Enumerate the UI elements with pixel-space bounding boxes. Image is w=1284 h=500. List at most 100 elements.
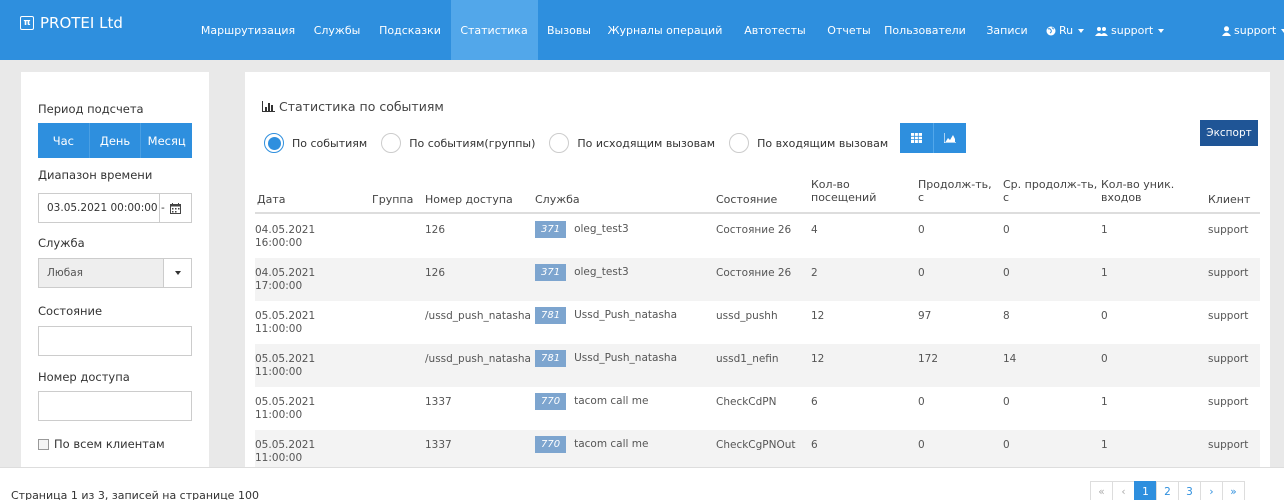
cell-service[interactable]: 770 tacom call me (535, 436, 648, 453)
table-row[interactable]: 04.05.2021 16:00:00 126 371 oleg_test3 Сос… (255, 215, 1260, 258)
language-dropdown[interactable]: Ru (1046, 24, 1085, 37)
col-header-duration[interactable]: Продолж-ть, с (918, 178, 992, 204)
calendar-button[interactable] (159, 194, 191, 222)
chart-view-button[interactable] (933, 123, 966, 153)
calendar-icon (170, 202, 181, 214)
pager-page-3[interactable]: 3 (1178, 481, 1201, 500)
pager-last-button[interactable]: » (1222, 481, 1245, 500)
export-button[interactable]: Экспорт (1200, 120, 1258, 146)
group-dropdown[interactable]: support (1095, 24, 1165, 37)
cell-service[interactable]: 781 Ussd_Push_natasha (535, 307, 677, 324)
brand[interactable]: π PROTEI Ltd (20, 14, 123, 32)
cell-service[interactable]: 371 oleg_test3 (535, 264, 629, 281)
pager-page-1[interactable]: 1 (1134, 481, 1157, 500)
statistics-panel: Статистика по событиям По событиям По со… (245, 72, 1270, 467)
cell-date: 05.05.2021 (255, 310, 316, 322)
radio-label-by-event-groups: По событиям(группы) (409, 136, 536, 150)
chevron-down-icon (1158, 28, 1165, 33)
radio-by-event-groups[interactable] (381, 133, 402, 153)
col-header-access-number[interactable]: Номер доступа (425, 193, 513, 206)
cell-service[interactable]: 770 tacom call me (535, 393, 648, 410)
nav-item-autotests[interactable]: Автотесты (744, 24, 805, 37)
cell-duration: 97 (918, 310, 932, 322)
cell-date: 05.05.2021 (255, 396, 316, 408)
cell-duration: 0 (918, 224, 925, 236)
cell-duration: 0 (918, 439, 925, 451)
col-header-unique-entries[interactable]: Кол-во уник. входов (1101, 178, 1174, 204)
cell-unique-entries: 1 (1101, 267, 1108, 279)
radio-by-incoming-calls[interactable] (729, 133, 750, 153)
col-header-duration-line2: с (918, 191, 925, 204)
col-header-visits[interactable]: Кол-во посещений (811, 178, 876, 204)
access-number-input[interactable] (38, 391, 192, 421)
service-id-badge: 371 (535, 221, 567, 238)
date-range-input[interactable]: 03.05.2021 00:00:00 - (38, 193, 192, 223)
cell-unique-entries: 1 (1101, 224, 1108, 236)
radio-by-outgoing-calls[interactable] (549, 133, 570, 153)
table-row[interactable]: 05.05.2021 11:00:00 1337 770 tacom call me… (255, 387, 1260, 430)
all-clients-option[interactable]: По всем клиентам (38, 437, 165, 451)
cell-access-number: /ussd_push_natasha (425, 310, 531, 322)
table-row[interactable]: 05.05.2021 11:00:00 1337 770 tacom call me… (255, 430, 1260, 467)
service-name: Ussd_Push_natasha (574, 309, 678, 321)
cell-service[interactable]: 781 Ussd_Push_natasha (535, 350, 677, 367)
nav-item-operation-logs[interactable]: Журналы операций (608, 24, 723, 37)
period-hour-button[interactable]: Час (38, 123, 90, 158)
state-input[interactable] (38, 326, 192, 356)
cell-time: 11:00:00 (255, 366, 303, 378)
pager-prev-button[interactable]: ‹ (1112, 481, 1135, 500)
table-view-button[interactable] (900, 123, 934, 153)
nav-item-calls[interactable]: Вызовы (547, 24, 591, 37)
col-header-date[interactable]: Дата (257, 193, 285, 206)
col-header-unique-line1: Кол-во уник. (1101, 178, 1175, 191)
nav-item-statistics[interactable]: Статистика (460, 24, 527, 37)
nav-item-routing[interactable]: Маршрутизация (201, 24, 295, 37)
view-toggle-group (900, 123, 966, 153)
radio-by-events[interactable] (264, 133, 284, 153)
cell-visits: 6 (811, 396, 818, 408)
cell-avg-duration: 0 (1003, 267, 1010, 279)
cell-duration: 0 (918, 267, 925, 279)
panel-title: Статистика по событиям (262, 99, 444, 114)
cell-state: CheckCgPNOut (716, 439, 796, 451)
cell-avg-duration: 0 (1003, 439, 1010, 451)
cell-access-number: /ussd_push_natasha (425, 353, 531, 365)
radio-label-by-incoming-calls: По входящим вызовам (757, 136, 889, 150)
cell-visits: 4 (811, 224, 818, 236)
cell-avg-duration: 8 (1003, 310, 1010, 322)
service-select[interactable]: Любая (38, 258, 192, 288)
table-row[interactable]: 05.05.2021 11:00:00 /ussd_push_natasha 78… (255, 301, 1260, 344)
col-header-unique-line2: входов (1101, 191, 1142, 204)
table-row[interactable]: 04.05.2021 17:00:00 126 371 oleg_test3 Сос… (255, 258, 1260, 301)
nav-item-reports[interactable]: Отчеты (827, 24, 870, 37)
period-month-button[interactable]: Месяц (141, 123, 193, 158)
col-header-service[interactable]: Служба (535, 193, 580, 206)
cell-service[interactable]: 371 oleg_test3 (535, 221, 629, 238)
language-label: Ru (1059, 24, 1074, 37)
pager-next-button[interactable]: › (1200, 481, 1223, 500)
nav-item-services[interactable]: Службы (314, 24, 361, 37)
all-clients-checkbox[interactable] (38, 438, 49, 450)
col-header-group[interactable]: Группа (372, 193, 413, 206)
nav-item-records[interactable]: Записи (986, 24, 1027, 37)
col-header-state[interactable]: Состояние (716, 193, 777, 206)
cell-avg-duration: 14 (1003, 353, 1017, 365)
service-id-badge: 770 (535, 436, 567, 453)
col-header-avg-duration[interactable]: Ср. продолж-ть, с (1003, 178, 1097, 204)
service-name: oleg_test3 (574, 223, 629, 235)
nav-item-hints[interactable]: Подсказки (379, 24, 441, 37)
service-name: Ussd_Push_natasha (574, 352, 678, 364)
col-header-client[interactable]: Клиент (1208, 193, 1250, 206)
cell-state: ussd1_nefin (716, 353, 779, 365)
cell-access-number: 1337 (425, 439, 452, 451)
pager-page-2[interactable]: 2 (1156, 481, 1179, 500)
cell-access-number: 126 (425, 267, 446, 279)
cell-unique-entries: 1 (1101, 439, 1108, 451)
table-header-divider (255, 212, 1260, 214)
pager-first-button[interactable]: « (1090, 481, 1113, 500)
group-label: support (1111, 24, 1154, 37)
period-day-button[interactable]: День (89, 123, 142, 158)
user-dropdown[interactable]: support (1222, 24, 1284, 37)
nav-item-users[interactable]: Пользователи (884, 24, 966, 37)
table-row[interactable]: 05.05.2021 11:00:00 /ussd_push_natasha 78… (255, 344, 1260, 387)
